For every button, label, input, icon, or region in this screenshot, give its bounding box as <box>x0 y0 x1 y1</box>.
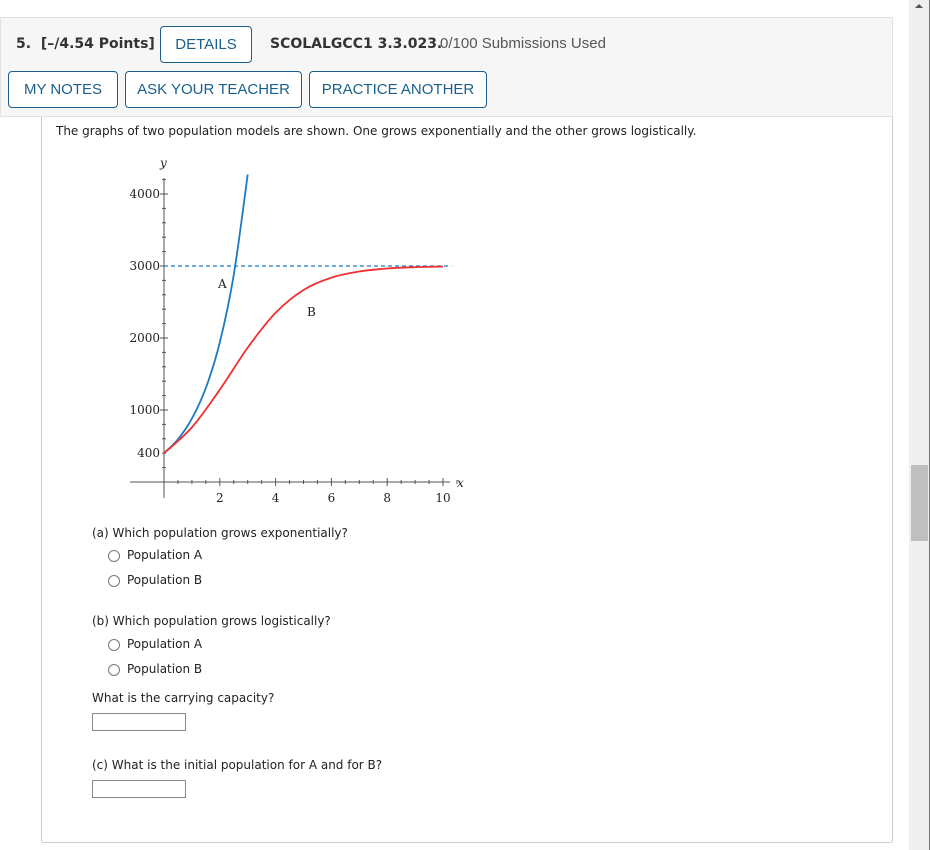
practice-another-button[interactable]: PRACTICE ANOTHER <box>309 71 487 108</box>
part-a-option-b: Population B <box>127 573 203 587</box>
part-b-option-b: Population B <box>127 662 203 676</box>
series-b-line <box>163 265 444 454</box>
part-c-prompt: (c) What is the initial population for A… <box>92 758 383 772</box>
series-a-label: A <box>217 277 227 291</box>
x-axis-label: x <box>457 476 464 490</box>
details-button[interactable]: DETAILS <box>160 26 252 63</box>
carrying-capacity-prompt: What is the carrying capacity? <box>92 691 275 705</box>
part-a-radio-a[interactable] <box>108 550 120 562</box>
question-intro: The graphs of two population models are … <box>56 124 697 138</box>
part-b-radio-a[interactable] <box>108 639 120 651</box>
my-notes-button[interactable]: MY NOTES <box>8 71 118 108</box>
population-chart: 2 4 6 8 10 400 1000 2000 3000 4000 x y A B <box>129 156 464 505</box>
carrying-capacity-input[interactable] <box>92 713 186 731</box>
y-tick-label: 4000 <box>129 187 160 201</box>
ask-your-teacher-button[interactable]: ASK YOUR TEACHER <box>125 71 302 108</box>
series-b-label: B <box>307 305 316 319</box>
y-tick-label: 3000 <box>129 259 160 273</box>
y-tick-label: 400 <box>137 446 160 460</box>
scroll-up-arrow-icon[interactable] <box>915 4 923 8</box>
submissions-used: 0/100 Submissions Used <box>440 35 606 52</box>
part-b-option-a: Population A <box>127 637 203 651</box>
x-tick-label: 4 <box>272 491 280 505</box>
vertical-scrollbar[interactable] <box>909 0 930 850</box>
initial-population-input[interactable] <box>92 780 186 798</box>
y-tick-label: 1000 <box>129 403 160 417</box>
part-a-prompt: (a) Which population grows exponentially… <box>92 526 348 540</box>
scrollbar-thumb[interactable] <box>911 465 928 541</box>
y-axis-label: y <box>159 156 167 170</box>
points-label: [–/4.54 Points] <box>40 36 155 52</box>
question-points: 5. [–/4.54 Points] <box>16 36 155 52</box>
x-tick-label: 10 <box>435 491 450 505</box>
part-b-radio-b[interactable] <box>108 664 120 676</box>
y-tick-label: 2000 <box>129 331 160 345</box>
question-code: SCOLALGCC1 3.3.023. <box>270 36 443 52</box>
x-tick-label: 8 <box>383 491 391 505</box>
part-a-option-a: Population A <box>127 548 203 562</box>
part-b-prompt: (b) Which population grows logistically? <box>92 614 331 628</box>
series-a-line <box>163 174 249 454</box>
x-tick-label: 2 <box>216 491 224 505</box>
part-a-radio-b[interactable] <box>108 575 120 587</box>
question-number: 5. <box>16 36 32 52</box>
x-tick-label: 6 <box>328 491 336 505</box>
